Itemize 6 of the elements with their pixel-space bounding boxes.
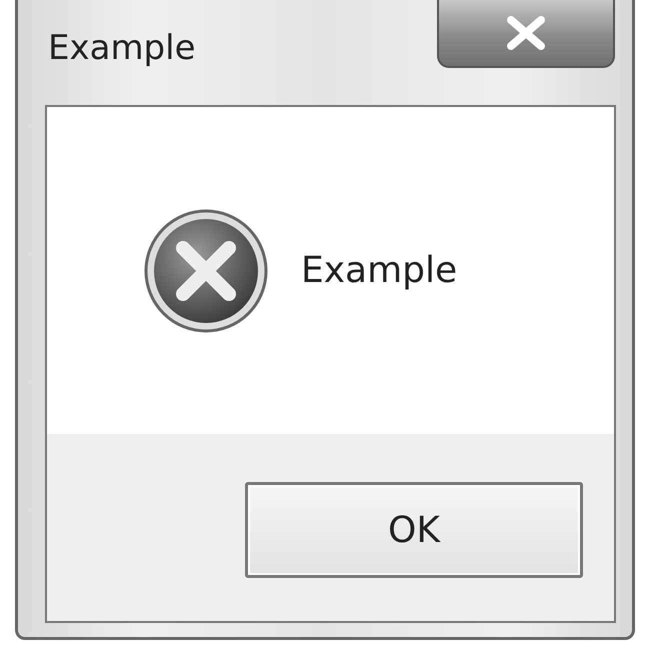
ok-button[interactable]: OK <box>245 482 583 578</box>
message-text: Example <box>301 250 458 291</box>
error-icon <box>143 208 269 334</box>
window-title: Example <box>48 28 196 68</box>
close-icon <box>506 16 546 50</box>
close-button[interactable] <box>437 0 615 68</box>
